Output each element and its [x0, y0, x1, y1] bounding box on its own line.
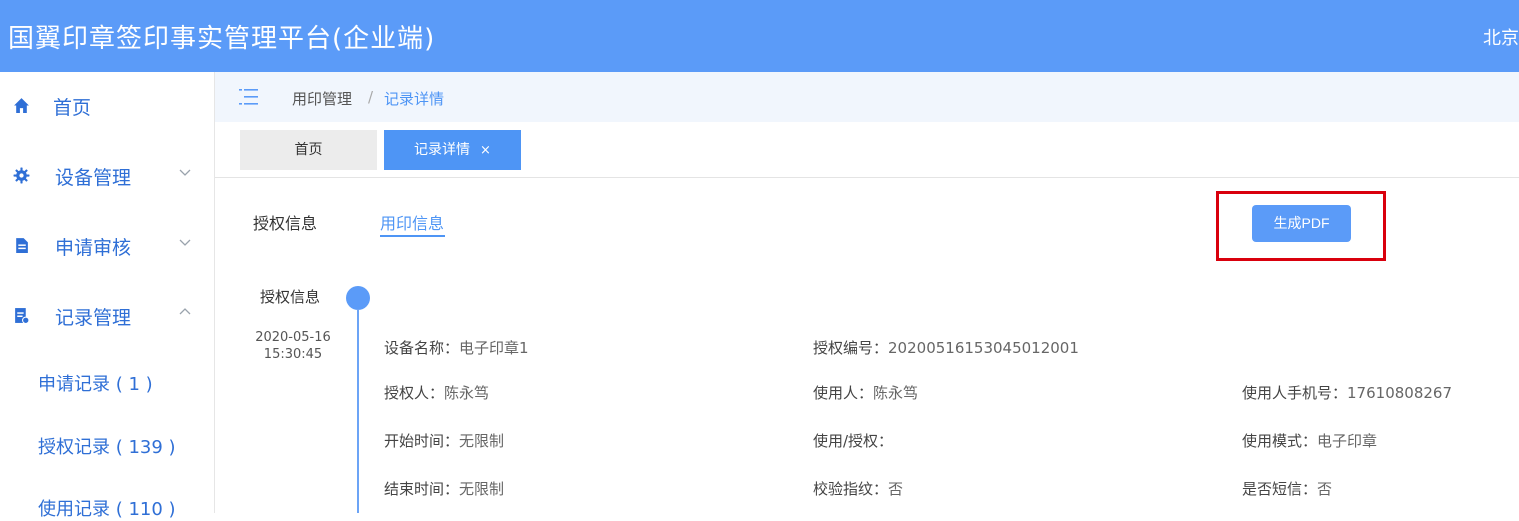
field-value: 20200516153045012001: [888, 339, 1079, 357]
generate-pdf-button[interactable]: 生成PDF: [1252, 205, 1351, 242]
breadcrumb: 用印管理 / 记录详情: [215, 72, 1519, 122]
breadcrumb-separator: /: [368, 88, 374, 106]
field-end-time: 结束时间：无限制: [384, 478, 504, 499]
field-value: 陈永笃: [444, 384, 490, 402]
field-sms: 是否短信：否: [1242, 478, 1332, 499]
field-device-name: 设备名称：电子印章1: [384, 337, 529, 358]
home-icon: [14, 98, 29, 113]
chevron-down-icon: [179, 239, 191, 246]
sidebar-subitem-auth-records[interactable]: 授权记录 ( 139 ): [38, 433, 176, 459]
field-label: 使用人：: [813, 384, 874, 402]
gear-icon: [13, 167, 30, 184]
field-label: 设备名称：: [384, 339, 460, 357]
sidebar: 首页 设备管理 申请审核 记录管理 申请记录 (1) 授权记录 (139 …: [0, 72, 215, 520]
field-label: 是否短信：: [1242, 480, 1318, 498]
field-label: 授权编号：: [813, 339, 889, 357]
sidebar-item-review[interactable]: 申请审核: [0, 225, 214, 265]
field-value: 无限制: [459, 480, 505, 498]
subtab-seal-info[interactable]: 用印信息: [380, 210, 444, 234]
sidebar-item-label: 记录管理: [55, 307, 132, 329]
field-value: 否: [1317, 480, 1333, 498]
chevron-up-icon: [179, 308, 191, 315]
timeline-title: 授权信息: [260, 288, 321, 306]
field-label: 授权人：: [384, 384, 445, 402]
field-use-auth: 使用/授权：: [813, 430, 893, 451]
tab-label: 记录详情: [414, 142, 471, 158]
sidebar-item-device[interactable]: 设备管理: [0, 155, 214, 195]
timeline-line: [357, 309, 359, 513]
sidebar-subitem-use-records[interactable]: 使用记录 ( 110 ): [38, 495, 176, 521]
top-header: 国翼印章签印事实管理平台(企业端) 北京: [0, 0, 1519, 72]
sidebar-item-label: 申请审核: [55, 237, 132, 259]
sidebar-item-label: 首页: [53, 97, 92, 119]
timeline-timestamp: 2020-05-16 15:30:45: [248, 329, 338, 363]
field-label: 使用/授权：: [813, 432, 894, 450]
field-user: 使用人：陈永笃: [813, 382, 918, 403]
menu-toggle-icon[interactable]: [239, 88, 258, 106]
field-value: 否: [888, 480, 904, 498]
field-fingerprint: 校验指纹：否: [813, 478, 903, 499]
breadcrumb-parent[interactable]: 用印管理: [292, 88, 352, 109]
active-subtab-indicator: [380, 235, 445, 237]
field-value: 电子印章: [1317, 432, 1378, 450]
timeline-time: 15:30:45: [263, 347, 323, 362]
field-label: 使用模式：: [1242, 432, 1318, 450]
document-icon: [16, 238, 28, 253]
field-auth-no: 授权编号：20200516153045012001: [813, 337, 1079, 358]
app-title: 国翼印章签印事实管理平台(企业端): [8, 24, 436, 54]
field-value: 17610808267: [1347, 384, 1452, 402]
breadcrumb-current: 记录详情: [384, 90, 445, 108]
tabs-bar: 首页 记录详情 ×: [215, 122, 1519, 178]
sidebar-subitem-apply-records[interactable]: 申请记录 ( 1 ): [38, 370, 153, 396]
field-label: 结束时间：: [384, 480, 460, 498]
field-value: 无限制: [459, 432, 505, 450]
timeline-dot: [346, 286, 370, 310]
timeline-date: 2020-05-16: [255, 330, 331, 345]
field-start-time: 开始时间：无限制: [384, 430, 504, 451]
sidebar-item-home[interactable]: 首页: [0, 85, 214, 125]
user-name[interactable]: 北京: [1483, 24, 1519, 50]
field-use-mode: 使用模式：电子印章: [1242, 430, 1377, 451]
field-value: 电子印章1: [459, 339, 529, 357]
field-value: 陈永笃: [873, 384, 919, 402]
subtab-auth-info[interactable]: 授权信息: [253, 210, 317, 234]
field-authorizer: 授权人：陈永笃: [384, 382, 489, 403]
field-label: 校验指纹：: [813, 480, 889, 498]
tab-label: 首页: [294, 142, 323, 158]
tab-record-detail[interactable]: 记录详情 ×: [384, 130, 521, 170]
chevron-down-icon: [179, 169, 191, 176]
record-icon: [15, 308, 30, 324]
sidebar-item-records[interactable]: 记录管理: [0, 295, 214, 335]
field-label: 开始时间：: [384, 432, 460, 450]
sidebar-item-label: 设备管理: [55, 167, 132, 189]
tab-home[interactable]: 首页: [240, 130, 377, 170]
field-phone: 使用人手机号：17610808267: [1242, 382, 1452, 403]
close-icon[interactable]: ×: [480, 143, 491, 158]
field-label: 使用人手机号：: [1242, 384, 1348, 402]
